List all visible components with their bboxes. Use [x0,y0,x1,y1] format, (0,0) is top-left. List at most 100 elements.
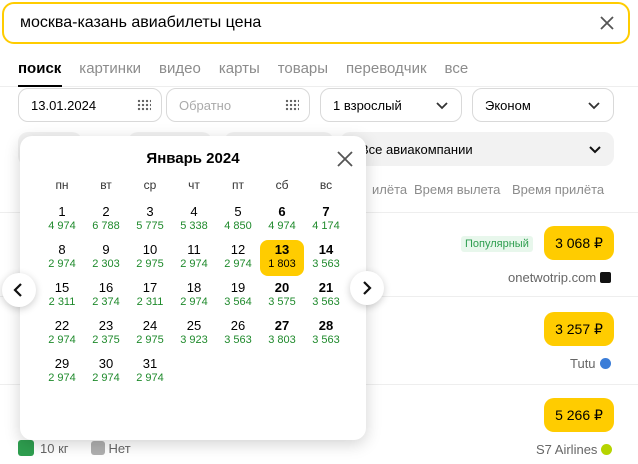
day-price: 2 303 [92,258,120,270]
calendar-day[interactable]: 19 3 564 [216,278,260,314]
day-number: 4 [190,204,198,219]
calendar-day[interactable]: 92 303 [84,240,128,276]
calendar-day[interactable]: 24 2 975 [128,316,172,352]
close-icon[interactable] [336,150,354,168]
tabs-divider [0,86,638,87]
tab-maps[interactable]: карты [219,60,260,77]
day-number: 25 [186,318,202,333]
calendar-day[interactable]: 16 2 374 [84,278,128,314]
tab-translator[interactable]: переводчик [346,60,426,77]
baggage-info: 10 кг Нет [18,440,131,456]
day-number: 1 [58,204,66,219]
day-number: 9 [102,242,110,257]
calendar-day[interactable]: 28 3 563 [304,316,348,352]
calendar-month-title: Январь 2024 [146,150,240,167]
tab-video[interactable]: видео [159,60,201,77]
day-number: 19 [230,280,246,295]
provider-name: Tutu [570,356,611,371]
calendar-day[interactable]: 14 974 [40,202,84,238]
day-price: 5 775 [136,220,164,232]
day-number: 2 [102,204,110,219]
calendar-day[interactable]: 64 974 [260,202,304,238]
sort-option-partial[interactable]: илёта [372,182,407,197]
calendar-day[interactable]: 22 2 974 [40,316,84,352]
calendar-day[interactable]: 23 2 375 [84,316,128,352]
tutu-logo-icon [599,358,611,369]
calendar-day[interactable]: 20 3 575 [260,278,304,314]
popular-badge: Популярный [461,236,533,252]
passengers-select[interactable]: 1 взрослый [320,88,462,122]
calendar-day[interactable]: 18 2 974 [172,278,216,314]
day-number: 15 [54,280,70,295]
day-price: 4 850 [224,220,252,232]
day-price: 2 974 [92,372,120,384]
weekday-label: ср [143,178,157,192]
sort-arrival[interactable]: Время прилёта [512,182,604,197]
price-button[interactable]: 3 257 ₽ [544,312,614,346]
no-luggage-icon [90,441,105,455]
price-button[interactable]: 3 068 ₽ [544,226,614,260]
calendar-icon [285,99,299,111]
day-price: 2 974 [224,258,252,270]
day-price: 2 974 [48,334,76,346]
tab-search[interactable]: поиск [18,60,61,77]
calendar-day[interactable]: 14 3 563 [304,240,348,276]
chevron-left-icon [13,283,22,297]
day-price: 3 564 [224,296,252,308]
calendar-day[interactable]: 54 850 [216,202,260,238]
calendar-day[interactable]: 15 2 311 [40,278,84,314]
calendar-day[interactable]: 11 2 974 [172,240,216,276]
calendar-day[interactable]: 31 2 974 [128,354,172,390]
calendar-day[interactable]: 17 2 311 [128,278,172,314]
calendar-popup: Январь 2024 пн вт ср чт пт сб вс 1 4 974 2 6 788 3 5… [20,136,366,440]
day-number: 16 [98,280,114,295]
clear-icon[interactable] [598,14,616,32]
baggage-icon [18,440,34,456]
day-price: 4 174 [312,220,340,232]
calendar-day[interactable]: 21 3 563 [304,278,348,314]
prev-month-button[interactable] [2,273,36,307]
class-select[interactable]: Эконом [472,88,614,122]
tab-images[interactable]: картинки [79,60,141,77]
day-price: 3 803 [268,334,296,346]
calendar-day[interactable]: 25 3 923 [172,316,216,352]
date-back-placeholder: Обратно [179,98,232,113]
calendar-day[interactable]: 35 775 [128,202,172,238]
tab-all[interactable]: все [445,60,469,77]
calendar-day[interactable]: 10 2 975 [128,240,172,276]
price-button[interactable]: 5 266 ₽ [544,398,614,432]
calendar-day[interactable]: 30 2 974 [84,354,128,390]
calendar-day[interactable]: 12 2 974 [216,240,260,276]
calendar-day[interactable]: 74 174 [304,202,348,238]
day-number: 31 [142,356,158,371]
calendar-day[interactable]: 82 974 [40,240,84,276]
calendar-day[interactable]: 45 338 [172,202,216,238]
day-number: 5 [234,204,242,219]
day-number: 30 [98,356,114,371]
calendar-day[interactable]: 26 3 563 [216,316,260,352]
search-input[interactable]: москва-казань авиабилеты цена [20,14,261,32]
chevron-down-icon [436,102,448,110]
chevron-down-icon [588,102,600,110]
day-number: 28 [318,318,334,333]
active-tab-indicator [18,85,62,87]
date-back-field[interactable]: Обратно [166,88,310,122]
calendar-day[interactable]: 29 2 974 [40,354,84,390]
date-from-field[interactable]: 13.01.2024 [18,88,162,122]
next-month-button[interactable] [350,271,384,305]
search-box[interactable]: москва-казань авиабилеты цена [2,2,630,44]
tab-products[interactable]: товары [278,60,328,77]
day-number: 17 [142,280,158,295]
day-number: 24 [142,318,158,333]
sort-departure[interactable]: Время вылета [414,182,500,197]
calendar-day[interactable]: 26 788 [84,202,128,238]
calendar-day-selected[interactable]: 13 1 803 [260,240,304,276]
airlines-select[interactable]: Все авиакомпании [340,132,614,166]
day-price: 3 575 [268,296,296,308]
class-value: Эконом [485,98,531,113]
day-number: 29 [54,356,70,371]
day-price: 3 563 [312,258,340,270]
day-number: 23 [98,318,114,333]
calendar-day[interactable]: 27 3 803 [260,316,304,352]
day-number: 22 [54,318,70,333]
